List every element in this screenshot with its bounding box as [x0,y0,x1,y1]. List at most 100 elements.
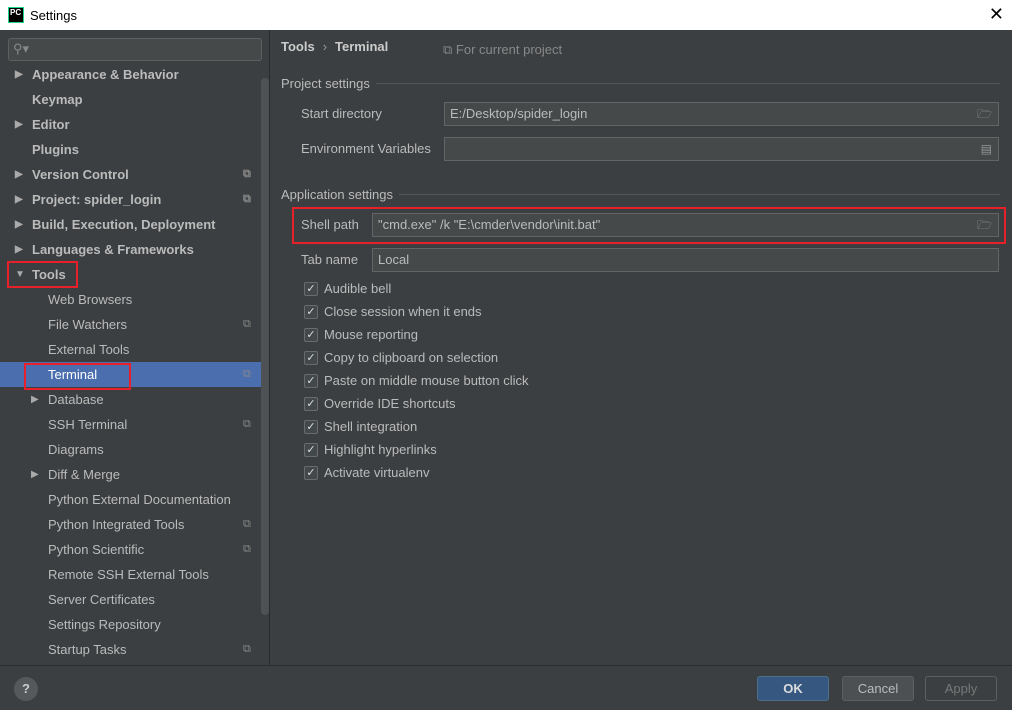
folder-icon[interactable]: 🗁 [977,214,992,236]
sidebar-item-label: Web Browsers [48,292,133,307]
chevron-right-icon[interactable]: ▶ [15,237,23,262]
checkbox[interactable]: ✓ [304,373,318,388]
sidebar-item-label: Settings Repository [48,617,161,632]
project-scope-icon: ⧉ [243,168,251,180]
title-bar: PC Settings ✕ [0,0,1012,30]
sidebar-item[interactable]: File Watchers ⧉ [0,312,262,337]
checkbox-option[interactable]: ✓ Paste on middle mouse button click [304,373,529,388]
checkbox[interactable]: ✓ [304,281,318,296]
checkbox[interactable]: ✓ [304,350,318,365]
shell-path-value: "cmd.exe" /k "E:\cmder\vendor\init.bat" [378,217,601,232]
checkbox-label: Close session when it ends [324,304,482,319]
sidebar-item[interactable]: Remote SSH External Tools [0,562,262,587]
checkbox[interactable]: ✓ [304,304,318,319]
sidebar-item[interactable]: ▶ Build, Execution, Deployment [0,212,262,237]
sidebar-item[interactable]: SSH Terminal ⧉ [0,412,262,437]
sidebar-item-label: Version Control [32,167,129,182]
project-scope-icon: ⧉ [243,418,251,430]
sidebar-item[interactable]: Python External Documentation [0,487,262,512]
chevron-right-icon[interactable]: ▶ [31,387,39,412]
sidebar-item-label: Python Integrated Tools [48,517,185,532]
chevron-right-icon[interactable]: ▶ [15,112,23,137]
sidebar-item-label: Server Certificates [48,592,155,607]
sidebar-item[interactable]: Plugins [0,137,262,162]
sidebar-item[interactable]: ▶ Languages & Frameworks [0,237,262,262]
folder-icon[interactable]: 🗁 [977,103,992,125]
chevron-right-icon[interactable]: ▶ [15,162,23,187]
ok-button[interactable]: OK [757,676,829,701]
env-variables-input[interactable]: ▤ [444,137,999,161]
apply-button[interactable]: Apply [925,676,997,701]
sidebar-item[interactable]: Settings Repository [0,612,262,637]
sidebar-item[interactable]: External Tools [0,337,262,362]
sidebar-item-label: Editor [32,117,70,132]
chevron-right-icon[interactable]: ▶ [15,187,23,212]
checkbox[interactable]: ✓ [304,396,318,411]
search-input[interactable]: ⚲▾ [8,38,262,61]
shell-path-input[interactable]: "cmd.exe" /k "E:\cmder\vendor\init.bat" 🗁 [372,213,999,237]
sidebar-scrollbar[interactable] [261,78,269,615]
sidebar-item[interactable]: Keymap [0,87,262,112]
sidebar-item-label: Database [48,392,104,407]
sidebar-item[interactable]: ▶ Diff & Merge [0,462,262,487]
checkbox-label: Audible bell [324,281,392,296]
checkbox-label: Mouse reporting [324,327,418,342]
sidebar-item-label: Build, Execution, Deployment [32,217,216,232]
project-scope-icon: ⧉ [243,518,251,530]
sidebar-item[interactable]: ▶ Version Control ⧉ [0,162,262,187]
checkbox-option[interactable]: ✓ Override IDE shortcuts [304,396,456,411]
checkbox[interactable]: ✓ [304,465,318,480]
sidebar-item[interactable]: Python Integrated Tools ⧉ [0,512,262,537]
section-title: Application settings [281,187,394,202]
env-variables-label: Environment Variables [301,141,431,156]
checkbox-option[interactable]: ✓ Shell integration [304,419,417,434]
checkbox-option[interactable]: ✓ Close session when it ends [304,304,482,319]
checkbox-option[interactable]: ✓ Activate virtualenv [304,465,430,480]
copy-icon: ⧉ [443,42,456,57]
help-button[interactable]: ? [14,677,38,701]
sidebar-item-label: Remote SSH External Tools [48,567,209,582]
sidebar-item[interactable]: ▶ Project: spider_login ⧉ [0,187,262,212]
sidebar-item-label: Python External Documentation [48,492,231,507]
project-scope-icon: ⧉ [243,543,251,555]
checkbox[interactable]: ✓ [304,327,318,342]
checkbox-label: Override IDE shortcuts [324,396,456,411]
sidebar-item-label: Diagrams [48,442,104,457]
start-directory-input[interactable]: E:/Desktop/spider_login 🗁 [444,102,999,126]
sidebar-item[interactable]: Server Certificates [0,587,262,612]
breadcrumb-separator: › [322,39,328,54]
checkbox-option[interactable]: ✓ Copy to clipboard on selection [304,350,498,365]
section-title: Project settings [281,76,370,91]
checkbox[interactable]: ✓ [304,419,318,434]
sidebar-item-label: SSH Terminal [48,417,128,432]
checkbox-option[interactable]: ✓ Highlight hyperlinks [304,442,437,457]
checkbox[interactable]: ✓ [304,442,318,457]
sidebar-item[interactable]: ▶ Editor [0,112,262,137]
sidebar-item[interactable]: Diagrams [0,437,262,462]
application-settings-section: Application settings [281,187,1000,202]
checkbox-label: Copy to clipboard on selection [324,350,499,365]
project-scope-icon: ⧉ [243,193,251,205]
sidebar-item[interactable]: ▶ Database [0,387,262,412]
sidebar-item-label: File Watchers [48,317,127,332]
sidebar-item-label: Appearance & Behavior [32,67,179,82]
chevron-right-icon[interactable]: ▶ [15,212,23,237]
chevron-right-icon[interactable]: ▶ [31,462,39,487]
checkbox-option[interactable]: ✓ Mouse reporting [304,327,418,342]
checkbox-label: Paste on middle mouse button click [324,373,529,388]
close-icon[interactable]: ✕ [989,4,1004,25]
sidebar-item[interactable]: Startup Tasks ⧉ [0,637,262,662]
sidebar-item[interactable]: Web Browsers [0,287,262,312]
checkbox-option[interactable]: ✓ Audible bell [304,281,391,296]
list-icon[interactable]: ▤ [981,138,992,160]
chevron-right-icon[interactable]: ▶ [15,62,23,87]
sidebar-item[interactable]: ▶ Appearance & Behavior [0,62,262,87]
terminal-settings-panel: Tools › Terminal ⧉ For current project Pro… [271,30,1012,665]
sidebar-item[interactable]: Python Scientific ⧉ [0,537,262,562]
tab-name-input[interactable]: Local [372,248,999,272]
sidebar-item-label: Diff & Merge [48,467,121,482]
settings-sidebar: ⚲▾ ▶ Appearance & Behavior Keymap ▶ Editor Pl… [0,30,270,665]
sidebar-item-label: Project: spider_login [32,192,162,207]
cancel-button[interactable]: Cancel [842,676,914,701]
scope-text: For current project [455,42,563,57]
